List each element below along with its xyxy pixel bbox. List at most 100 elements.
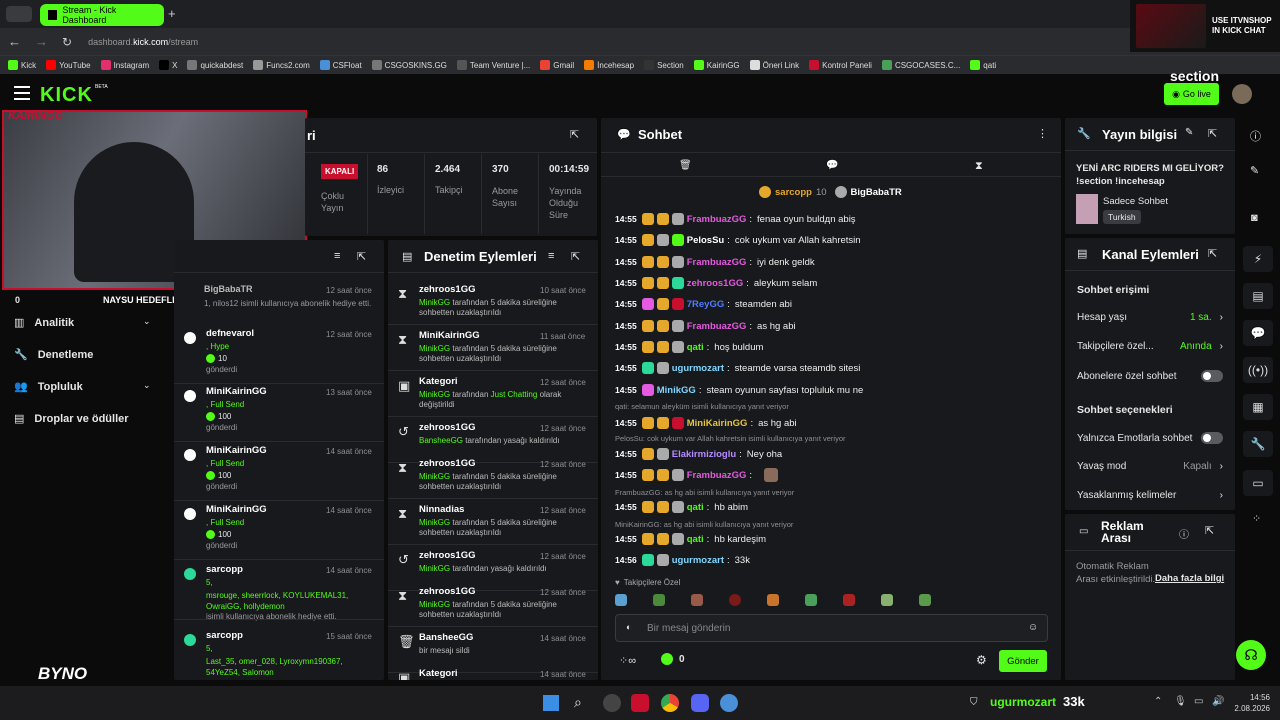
emoji-icon[interactable]: ☺	[1028, 622, 1038, 633]
camera-icon[interactable]: ◙	[1251, 212, 1258, 224]
layers-icon[interactable]: ▦	[1243, 394, 1273, 420]
follower-only-row[interactable]: Takipçilere özel... Anında ›	[1077, 341, 1223, 352]
tray-chevron-icon[interactable]: ⌃	[1154, 696, 1162, 707]
emote-icon[interactable]	[691, 594, 703, 606]
chat-message[interactable]: 14:55 FrambuazGG: as hg abi	[615, 317, 1047, 335]
bookmark-item[interactable]: CSGOSKINS.GG	[371, 60, 447, 70]
emote-only-toggle[interactable]	[1201, 432, 1223, 444]
bookmark-item[interactable]: Gmail	[540, 60, 574, 70]
lightning-icon[interactable]: ⚡	[1243, 246, 1273, 272]
filter-icon[interactable]: ≡	[334, 250, 340, 262]
chat-message[interactable]: 14:56 ugurmozart:33k	[615, 551, 1047, 569]
reload-icon[interactable]: ↻	[62, 35, 72, 49]
info-icon[interactable]: ⓘ	[1250, 128, 1261, 144]
chat-message[interactable]: 14:55 qati: hb abim	[615, 498, 1047, 516]
message-user[interactable]: MinikGG	[657, 385, 696, 396]
popout-icon[interactable]: ⇱	[571, 250, 580, 263]
message-user[interactable]: qati	[687, 502, 704, 513]
bookmark-item[interactable]: Öneri Link	[749, 60, 799, 70]
message-user[interactable]: ugurmozart	[672, 363, 724, 374]
broadcast-icon[interactable]: ((•))	[1243, 357, 1273, 383]
message-user[interactable]: qati	[687, 342, 704, 353]
avatar[interactable]	[1232, 84, 1252, 104]
chat-bubble-icon[interactable]: 💬	[1243, 320, 1273, 346]
account-age-row[interactable]: Hesap yaşı 1 sa. ›	[1077, 312, 1223, 323]
chat-message[interactable]: 14:55 zehroos1GG: aleykum selam	[615, 274, 1047, 292]
clock[interactable]: 14:56 2.08.2026	[1232, 692, 1270, 714]
message-user[interactable]: MiniKairinGG	[687, 418, 748, 429]
windows-start-icon[interactable]	[543, 695, 559, 711]
chat-message[interactable]: 14:55 PelosSu: cok uykum var Allah kahrets…	[615, 231, 1047, 249]
message-user[interactable]: qati	[687, 534, 704, 545]
sidebar-item-droplar[interactable]: ▤ Droplar ve ödüller	[14, 412, 129, 426]
app-icon[interactable]	[720, 694, 738, 712]
sidebar-item-topluluk[interactable]: 👥 Topluluk	[14, 380, 83, 394]
points-icon[interactable]: ⁘∞	[619, 654, 636, 667]
emote-icon[interactable]	[615, 594, 627, 606]
bookmark-item[interactable]: Section	[644, 60, 684, 70]
monitor-icon[interactable]: ▭	[1194, 696, 1203, 707]
new-tab-icon[interactable]: +	[168, 6, 176, 21]
message-user[interactable]: PelosSu	[687, 235, 725, 246]
chat-message[interactable]: 14:55 FrambuazGG: iyi denk geldk	[615, 253, 1047, 271]
bookmark-item[interactable]: Kick	[8, 60, 36, 70]
bookmark-item[interactable]: KairinGG	[693, 60, 740, 70]
bookmark-item[interactable]: YouTube	[46, 60, 91, 70]
emote-icon[interactable]	[729, 594, 741, 606]
sidebar-item-denetleme[interactable]: 🔧 Denetleme	[14, 348, 93, 362]
chat-message[interactable]: 14:55 MiniKairinGG: as hg abi	[615, 414, 1047, 432]
sidebar-item-analitik[interactable]: ▥ Analitik	[14, 316, 74, 330]
settings-gear-icon[interactable]: ⚙	[976, 653, 987, 667]
popout-icon[interactable]: ⇱	[1208, 127, 1217, 140]
edit-pencil-icon[interactable]: ✎	[1185, 127, 1193, 138]
puzzle-icon[interactable]: ⁘	[1252, 512, 1261, 525]
chat-message[interactable]: 14:55 Elakirmizioglu: Ney oha	[615, 445, 1047, 463]
send-button[interactable]: Gönder	[999, 650, 1047, 672]
support-headset-icon[interactable]: ☊	[1236, 640, 1266, 670]
bookmark-item[interactable]: Instagram	[100, 60, 149, 70]
chat-message[interactable]: 14:55 MinikGG: steam oyunun sayfası toplul…	[615, 381, 1047, 399]
discord-icon[interactable]	[691, 694, 709, 712]
popout-icon[interactable]: ⇱	[1208, 247, 1217, 260]
microphone-icon[interactable]: 🎙	[1174, 696, 1187, 707]
slow-mode-row[interactable]: Yavaş mod Kapalı ›	[1077, 461, 1223, 472]
back-icon[interactable]: ←	[8, 34, 21, 49]
chat-input[interactable]: ◐ Bir mesaj gönderin ☺	[615, 614, 1048, 642]
learn-more-link[interactable]: Daha fazla bilgi	[1155, 573, 1224, 584]
emote-icon[interactable]	[843, 594, 855, 606]
emote-icon[interactable]	[805, 594, 817, 606]
bookmark-item[interactable]: Team Venture |...	[456, 60, 530, 70]
message-user[interactable]: FrambuazGG	[687, 257, 747, 268]
chat-message[interactable]: 14:55 qati: hoş buldum	[615, 338, 1047, 356]
notes-icon[interactable]: ▤	[1243, 283, 1273, 309]
url-field[interactable]: dashboard.kick.com/stream	[88, 37, 198, 47]
message-user[interactable]: 7ReyGG	[687, 299, 725, 310]
banned-words-row[interactable]: Yasaklanmış kelimeler ›	[1077, 490, 1223, 501]
chat-message[interactable]: 14:55 ugurmozart: steamde varsa steamdb si…	[615, 359, 1047, 377]
trash-icon[interactable]: 🗑	[679, 160, 692, 171]
more-options-icon[interactable]: ⋮	[1037, 127, 1048, 140]
speaker-icon[interactable]: 🔊	[1212, 696, 1224, 707]
chat-filter-icon[interactable]: 💬	[826, 160, 838, 171]
chat-message[interactable]: 14:55 FrambuazGG: fenaa oyun buldдn abiş	[615, 210, 1047, 228]
filter-icon[interactable]: ≡	[548, 250, 554, 262]
emote-icon[interactable]	[653, 594, 665, 606]
tab-kick-dashboard[interactable]: Stream - Kick Dashboard	[40, 4, 164, 26]
chat-message[interactable]: 14:55 qati: hb kardeşim	[615, 530, 1047, 548]
info-icon[interactable]: ⓘ	[1179, 526, 1189, 541]
emote-icon[interactable]	[881, 594, 893, 606]
popout-icon[interactable]: ⇱	[570, 128, 579, 141]
message-user[interactable]: FrambuazGG	[687, 321, 747, 332]
emote-icon[interactable]	[767, 594, 779, 606]
hourglass-icon[interactable]: ⧗	[975, 160, 983, 173]
bookmark-item[interactable]: Funcs2.com	[253, 60, 310, 70]
bookmark-item[interactable]: CSFloat	[319, 60, 362, 70]
bookmark-item[interactable]: quickabdest	[187, 60, 243, 70]
chat-message[interactable]: 14:55 7ReyGG: steamden abi	[615, 295, 1047, 313]
message-user[interactable]: ugurmozart	[672, 555, 724, 566]
kick-logo[interactable]: KICK	[40, 84, 93, 107]
edit-pencil-icon[interactable]: ✎	[1250, 164, 1259, 177]
emote-only-row[interactable]: Yalnızca Emotlarla sohbet	[1077, 432, 1223, 444]
bookmark-item[interactable]: İncehesap	[584, 60, 634, 70]
forward-icon[interactable]: →	[35, 34, 48, 49]
